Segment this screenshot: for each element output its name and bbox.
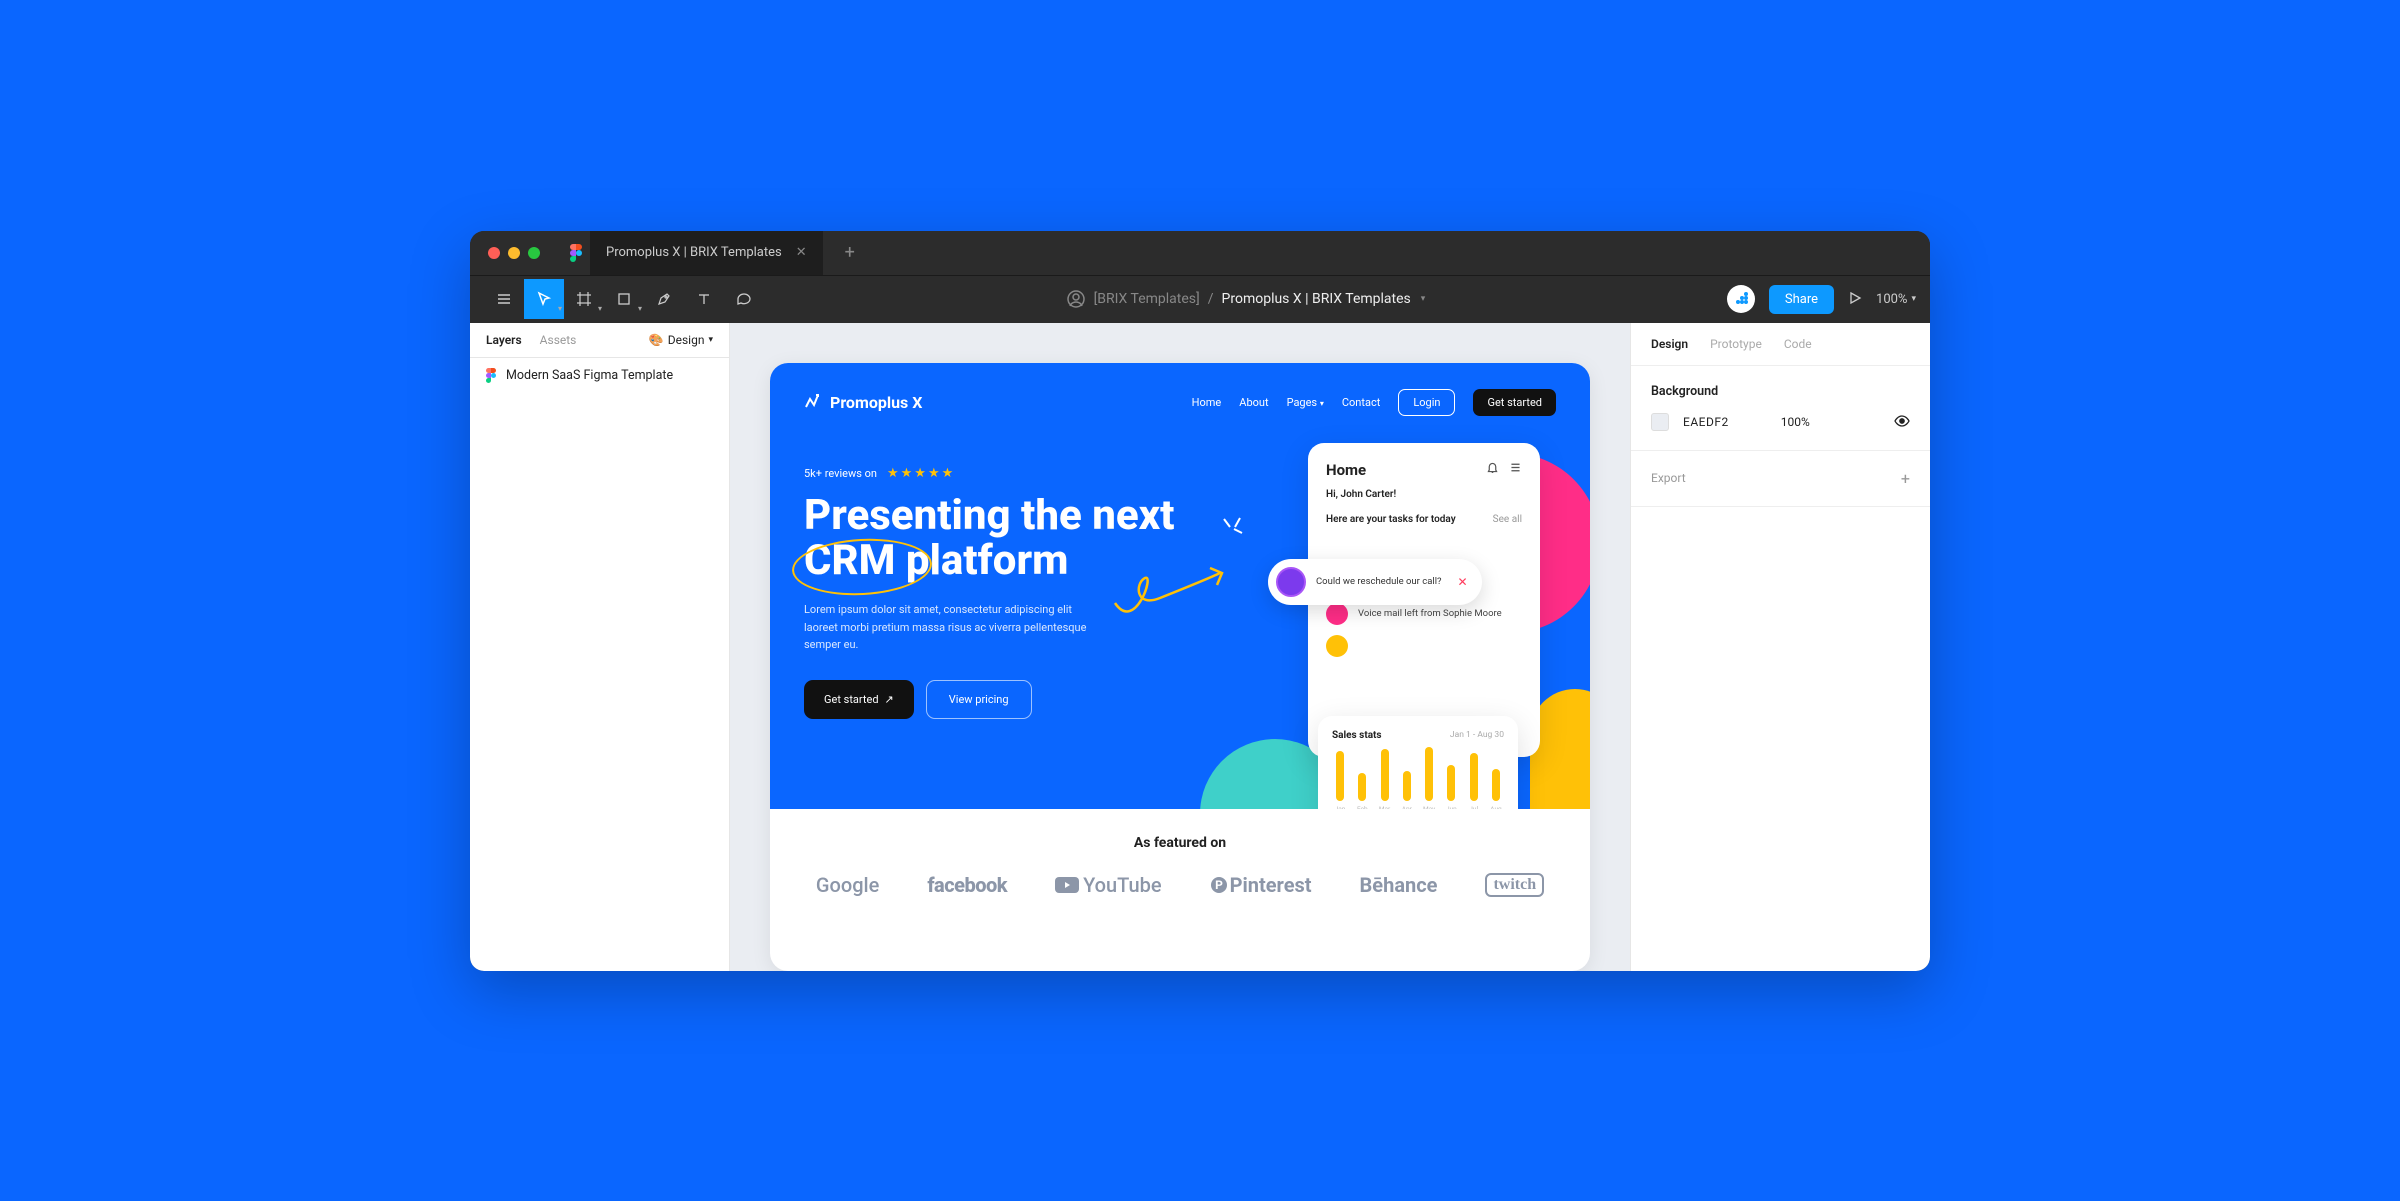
nav-home[interactable]: Home <box>1192 396 1222 409</box>
right-panel: Design Prototype Code Background EAEDF2 … <box>1630 323 1930 971</box>
project-name[interactable]: [BRIX Templates] <box>1094 291 1200 307</box>
tab-title: Promoplus X | BRIX Templates <box>606 245 782 260</box>
nav-about[interactable]: About <box>1239 396 1268 409</box>
layers-tab[interactable]: Layers <box>486 333 522 347</box>
background-label: Background <box>1651 384 1910 399</box>
move-tool[interactable]: ▾ <box>524 279 564 319</box>
design-tab[interactable]: Design <box>1651 337 1688 351</box>
shape-tool[interactable]: ▾ <box>604 279 644 319</box>
breadcrumb: [BRIX Templates] / Promoplus X | BRIX Te… <box>764 289 1727 309</box>
user-avatar[interactable] <box>1727 285 1755 313</box>
pinterest-logo: PPinterest <box>1210 873 1312 897</box>
tasks-label: Here are your tasks for today <box>1326 514 1456 525</box>
add-export-button[interactable]: + <box>1901 469 1910 488</box>
arrow-icon: ↗ <box>885 693 894 706</box>
arrow-swirl-icon <box>1110 563 1230 633</box>
new-tab-button[interactable]: + <box>831 242 869 263</box>
present-button[interactable] <box>1848 290 1862 309</box>
color-opacity[interactable]: 100% <box>1781 415 1810 429</box>
nav-contact[interactable]: Contact <box>1342 396 1380 409</box>
task-popup: Could we reschedule our call? ✕ <box>1268 559 1482 605</box>
get-started-nav-button[interactable]: Get started <box>1473 389 1556 416</box>
pages-dropdown[interactable]: 🎨Design▾ <box>649 333 713 347</box>
svg-text:P: P <box>1215 878 1223 892</box>
facebook-logo: facebook <box>927 873 1007 897</box>
greeting-text: Hi, John Carter! <box>1326 489 1522 500</box>
brand-logo[interactable]: Promoplus X <box>804 393 922 412</box>
sparkle-icon <box>1220 515 1246 541</box>
canvas[interactable]: Promoplus X Home About Pages ▾ Contact L… <box>730 323 1630 971</box>
bell-icon[interactable] <box>1486 461 1499 478</box>
view-pricing-button[interactable]: View pricing <box>926 680 1032 719</box>
assets-tab[interactable]: Assets <box>540 333 577 347</box>
login-button[interactable]: Login <box>1398 389 1455 416</box>
google-logo: Google <box>816 873 879 897</box>
file-tab[interactable]: Promoplus X | BRIX Templates ✕ <box>590 231 823 275</box>
menu-icon[interactable] <box>1509 461 1522 478</box>
export-label: Export <box>1651 471 1686 485</box>
user-icon <box>1066 289 1086 309</box>
window-controls <box>488 247 540 259</box>
maximize-window-button[interactable] <box>528 247 540 259</box>
stats-range: Jan 1 - Aug 30 <box>1450 730 1504 740</box>
zoom-dropdown[interactable]: 100%▾ <box>1876 292 1916 307</box>
figma-logo-icon <box>570 244 582 262</box>
share-button[interactable]: Share <box>1769 285 1834 314</box>
titlebar: Promoplus X | BRIX Templates ✕ + <box>470 231 1930 275</box>
task-item[interactable]: Voice mail left from Sophie Moore <box>1326 603 1522 625</box>
chevron-down-icon: ▾ <box>1320 399 1324 408</box>
toolbar: ▾ ▾ ▾ [BRIX Templates] / Promoplus X | B… <box>470 275 1930 323</box>
minimize-window-button[interactable] <box>508 247 520 259</box>
featured-title: As featured on <box>770 835 1590 851</box>
youtube-logo: YouTube <box>1055 873 1162 897</box>
twitch-logo: twitch <box>1485 873 1544 897</box>
export-section: Export + <box>1631 451 1930 507</box>
main-menu-button[interactable] <box>484 279 524 319</box>
stats-title: Sales stats <box>1332 730 1382 741</box>
comment-tool[interactable] <box>724 279 764 319</box>
site-nav: Promoplus X Home About Pages ▾ Contact L… <box>804 389 1556 416</box>
figma-file-icon <box>486 368 496 383</box>
prototype-tab[interactable]: Prototype <box>1710 337 1762 351</box>
close-window-button[interactable] <box>488 247 500 259</box>
code-tab[interactable]: Code <box>1784 337 1812 351</box>
card-title: Home <box>1326 461 1366 479</box>
frame-tool[interactable]: ▾ <box>564 279 604 319</box>
hero-section: Promoplus X Home About Pages ▾ Contact L… <box>770 363 1590 810</box>
avatar <box>1276 567 1306 597</box>
file-name[interactable]: Promoplus X | BRIX Templates <box>1222 291 1411 307</box>
close-icon[interactable]: ✕ <box>1458 575 1468 589</box>
layer-item[interactable]: Modern SaaS Figma Template <box>470 358 729 393</box>
featured-section: As featured on Google facebook YouTube P… <box>770 809 1590 927</box>
pen-tool[interactable] <box>644 279 684 319</box>
home-card: Home Hi, John Carter! Here are your task… <box>1308 443 1540 757</box>
visibility-toggle-icon[interactable] <box>1894 413 1910 432</box>
brand-icon <box>804 393 822 411</box>
chevron-down-icon[interactable]: ▾ <box>1421 294 1426 304</box>
star-rating-icon: ★★★★★ <box>887 466 955 481</box>
nav-pages[interactable]: Pages ▾ <box>1287 396 1324 409</box>
task-item[interactable] <box>1326 635 1522 657</box>
background-section: Background EAEDF2 100% <box>1631 366 1930 451</box>
layer-name: Modern SaaS Figma Template <box>506 368 673 383</box>
reviews-line: 5k+ reviews on ★★★★★ <box>804 466 1244 481</box>
get-started-button[interactable]: Get started ↗ <box>804 680 914 719</box>
stats-card: Sales stats Jan 1 - Aug 30 JanFebMarAprM… <box>1318 716 1518 810</box>
text-tool[interactable] <box>684 279 724 319</box>
figma-window: Promoplus X | BRIX Templates ✕ + ▾ ▾ ▾ [… <box>470 231 1930 971</box>
see-all-link[interactable]: See all <box>1493 514 1522 525</box>
close-tab-icon[interactable]: ✕ <box>796 245 807 260</box>
artboard[interactable]: Promoplus X Home About Pages ▾ Contact L… <box>770 363 1590 971</box>
color-hex[interactable]: EAEDF2 <box>1683 415 1729 429</box>
color-swatch[interactable] <box>1651 413 1669 431</box>
left-panel: Layers Assets 🎨Design▾ Modern SaaS Figma… <box>470 323 730 971</box>
avatar <box>1326 635 1348 657</box>
bar-chart: JanFebMarAprMayJunJulAug <box>1332 753 1504 810</box>
avatar <box>1326 603 1348 625</box>
hero-subtext: Lorem ipsum dolor sit amet, consectetur … <box>804 601 1104 654</box>
behance-logo: Bēhance <box>1360 873 1438 897</box>
